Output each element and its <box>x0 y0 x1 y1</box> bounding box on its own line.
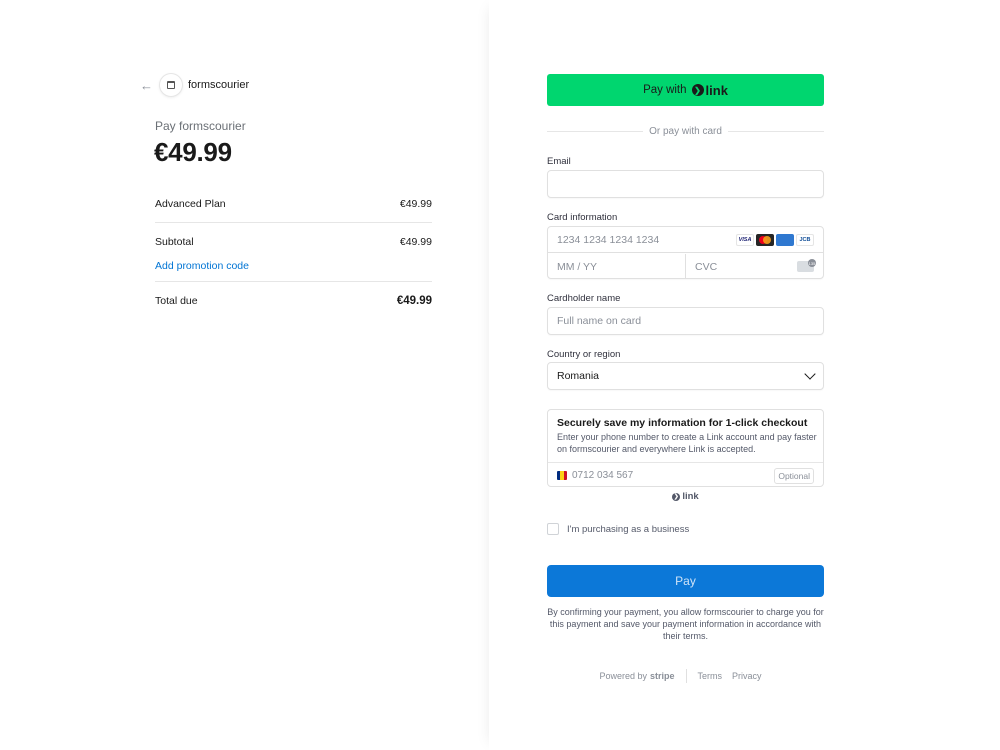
stripe-logo: stripe <box>650 671 675 681</box>
phone-placeholder: 0712 034 567 <box>572 469 634 481</box>
business-label: I'm purchasing as a business <box>567 523 690 535</box>
country-label: Country or region <box>547 349 621 360</box>
visa-icon: VISA <box>736 234 754 246</box>
card-number-placeholder: 1234 1234 1234 1234 <box>557 233 660 246</box>
pay-with-link-button[interactable]: Pay with ❯ link <box>547 74 824 106</box>
card-cvc-field[interactable]: CVC 135 <box>686 254 823 279</box>
or-divider: Or pay with card <box>547 126 824 137</box>
card-brand-icons: VISA JCB <box>736 234 814 246</box>
pay-button[interactable]: Pay <box>547 565 824 597</box>
business-checkbox[interactable] <box>547 523 559 535</box>
save-info-description: Enter your phone number to create a Link… <box>557 432 817 454</box>
link-chevron-icon: ❯ <box>672 492 681 501</box>
merchant-header: ← formscourier <box>140 74 249 96</box>
link-footer-text: link <box>682 491 699 502</box>
total-amount-heading: €49.99 <box>154 137 232 167</box>
amex-icon <box>776 234 794 246</box>
consent-text: By confirming your payment, you allow fo… <box>547 607 824 641</box>
line-item-price: €49.99 <box>399 198 432 210</box>
country-value: Romania <box>557 370 600 382</box>
order-summary-panel: ← formscourier Pay formscourier €49.99 A… <box>0 0 489 750</box>
link-chevron-icon: ❯ <box>691 84 704 96</box>
merchant-logo <box>160 74 182 96</box>
powered-by-text: Powered by <box>599 671 647 681</box>
link-save-info-box: Securely save my information for 1-click… <box>547 409 824 487</box>
chevron-down-icon <box>804 368 816 380</box>
divider <box>727 131 824 132</box>
subtotal-row: Subtotal €49.99 <box>155 230 432 254</box>
business-purchase-row: I'm purchasing as a business <box>547 523 689 535</box>
email-label: Email <box>547 156 571 167</box>
expiry-placeholder: MM / YY <box>557 260 598 273</box>
save-info-title: Securely save my information for 1-click… <box>557 417 808 429</box>
divider <box>155 281 432 282</box>
card-information-label: Card information <box>547 212 618 223</box>
cvc-placeholder: CVC <box>695 260 718 273</box>
divider <box>155 222 432 223</box>
footer: Powered by stripe Terms Privacy <box>547 669 824 683</box>
pay-merchant-label: Pay formscourier <box>155 119 246 133</box>
pay-with-label: Pay with <box>643 84 687 96</box>
line-items: Advanced Plan €49.99 Subtotal €49.99 Add… <box>155 192 432 313</box>
total-label: Total due <box>155 295 198 307</box>
cardholder-placeholder: Full name on card <box>557 315 642 327</box>
card-expiry-field[interactable]: MM / YY <box>548 254 686 279</box>
divider <box>685 669 687 683</box>
optional-badge: Optional <box>774 468 814 484</box>
link-brand-text: link <box>705 82 728 98</box>
card-information-group: 1234 1234 1234 1234 VISA JCB MM / YY CVC… <box>547 226 824 279</box>
privacy-link[interactable]: Privacy <box>732 671 762 681</box>
cardholder-name-field[interactable]: Full name on card <box>547 307 824 335</box>
total-row: Total due €49.99 <box>155 289 432 313</box>
cvc-card-icon: 135 <box>797 259 816 272</box>
payment-form: Pay with ❯ link Or pay with card Email C… <box>547 74 824 683</box>
jcb-icon: JCB <box>796 234 814 246</box>
terms-link[interactable]: Terms <box>698 671 723 681</box>
or-pay-with-card-text: Or pay with card <box>649 126 722 137</box>
line-item-name: Advanced Plan <box>155 198 226 210</box>
subtotal-label: Subtotal <box>155 236 194 248</box>
total-value: €49.99 <box>396 295 432 307</box>
link-footer-logo: ❯ link <box>547 491 824 502</box>
link-logo: ❯ link <box>691 82 728 98</box>
cardholder-name-label: Cardholder name <box>547 293 621 304</box>
divider <box>547 131 644 132</box>
arrow-left-icon[interactable]: ← <box>140 78 153 93</box>
mastercard-icon <box>756 234 774 246</box>
add-promotion-code-link[interactable]: Add promotion code <box>155 260 249 272</box>
promo-row: Add promotion code <box>155 256 432 276</box>
merchant-name: formscourier <box>188 79 250 91</box>
email-field[interactable] <box>547 170 824 198</box>
romania-flag-icon <box>557 470 567 480</box>
store-icon <box>167 81 175 89</box>
country-select[interactable]: Romania <box>547 362 824 390</box>
subtotal-value: €49.99 <box>399 236 432 248</box>
phone-number-field[interactable]: 0712 034 567 Optional <box>548 462 823 487</box>
line-item: Advanced Plan €49.99 <box>155 192 432 216</box>
